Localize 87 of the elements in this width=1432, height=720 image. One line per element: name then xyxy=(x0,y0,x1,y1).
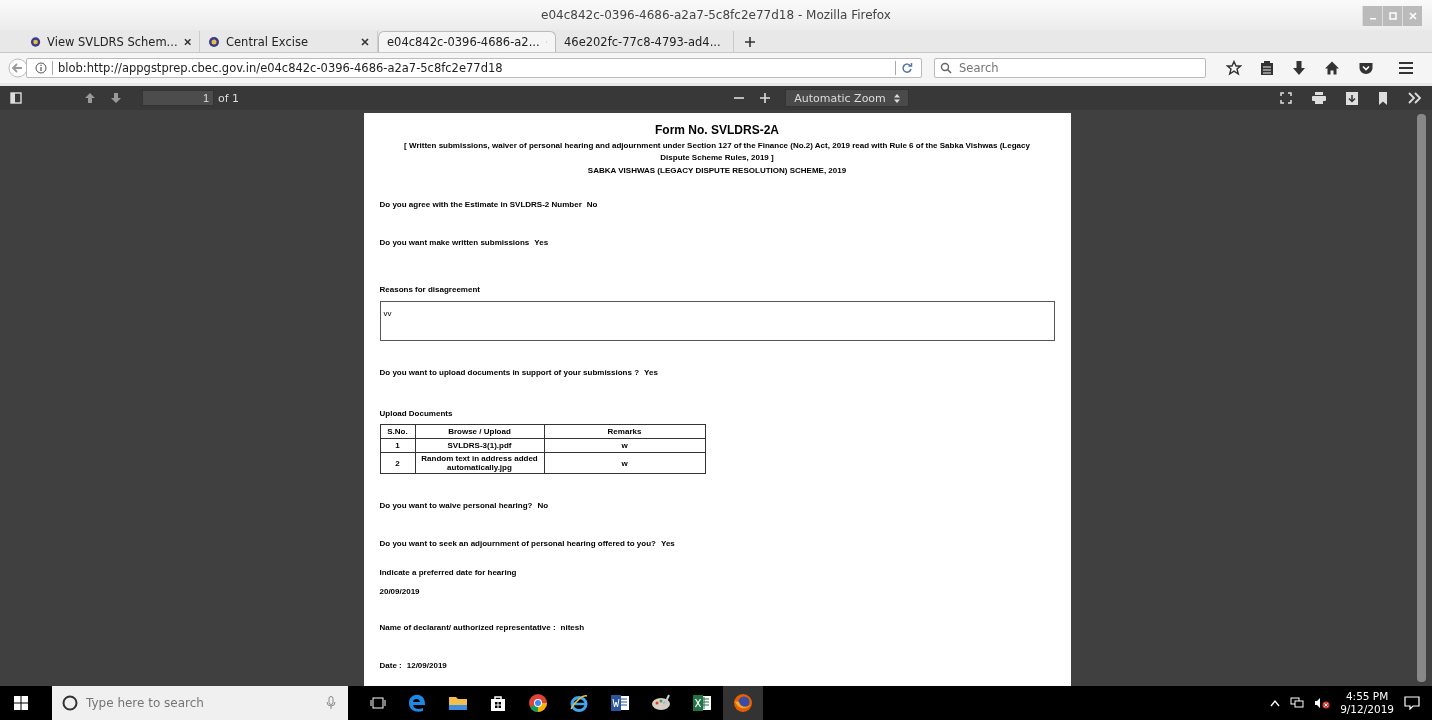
up-down-caret-icon xyxy=(893,93,900,103)
browser-tab[interactable]: e04c842c-0396-4686-a2... xyxy=(378,31,556,52)
network-icon[interactable] xyxy=(1290,697,1305,709)
table-cell: Random text in address added automatically.jpg xyxy=(415,452,544,474)
excel-icon[interactable] xyxy=(692,694,712,712)
tab-title: e04c842c-0396-4686-a2... xyxy=(387,35,540,49)
form-subtitle: [ Written submissions, waiver of personal hearing and adjournment under Section 127 of the Finance (No.2) Act, 2019 read with Rule 6 of the Sabka Vishwas (Legacy Dispute Scheme Rules, 2019 ] xyxy=(403,140,1031,164)
folder-icon[interactable] xyxy=(448,695,468,711)
url-text: blob:http://appgstprep.cbec.gov.in/e04c842c-0396-4686-a2a7-5c8fc2e77d18 xyxy=(58,61,503,75)
form-question: Do you want to upload documents in support of your submissions ? xyxy=(379,368,640,377)
zoom-in-icon[interactable] xyxy=(759,92,772,104)
menu-icon[interactable] xyxy=(1398,61,1414,75)
maximize-icon xyxy=(1388,12,1397,20)
form-answer: Yes xyxy=(661,539,675,548)
bookmark-icon[interactable] xyxy=(1378,91,1388,105)
form-question: Do you want to seek an adjournment of personal hearing offered to you? xyxy=(379,539,656,548)
address-bar[interactable]: blob:http://appgstprep.cbec.gov.in/e04c842c-0396-4686-a2a7-5c8fc2e77d18 xyxy=(26,58,922,78)
text-area: vv xyxy=(379,301,1055,341)
form-question: Indicate a preferred date for hearing xyxy=(379,568,518,577)
muted-speaker-icon[interactable] xyxy=(1314,697,1331,709)
form-question: Do you agree with the Estimate in SVLDRS-2 Number xyxy=(379,200,582,209)
clipboard-icon[interactable] xyxy=(1260,60,1274,76)
browser-tab[interactable]: Central Excise xyxy=(200,31,378,52)
pocket-icon[interactable] xyxy=(1358,60,1374,76)
column-header: Remarks xyxy=(544,424,705,439)
new-tab-icon[interactable] xyxy=(744,36,756,48)
page-count: of 1 xyxy=(218,91,240,105)
tab-title: View SVLDRS Schem... xyxy=(47,34,178,49)
form-answer: nitesh xyxy=(560,623,585,632)
star-icon[interactable] xyxy=(1226,60,1242,76)
internet-explorer-icon[interactable] xyxy=(569,693,589,713)
form-title: Form No. SVLDRS-2A xyxy=(654,123,780,137)
browser-tab[interactable]: 46e202fc-77c8-4793-ad4... xyxy=(556,31,734,52)
column-header: Browse / Upload xyxy=(415,424,544,439)
scrollbar[interactable] xyxy=(1417,114,1426,682)
table-cell: w xyxy=(544,438,705,453)
sidebar-toggle-icon[interactable] xyxy=(10,92,22,104)
store-icon[interactable] xyxy=(489,694,507,712)
edge-icon[interactable] xyxy=(407,693,427,713)
notifications-icon[interactable] xyxy=(1404,696,1420,710)
form-answer: Yes xyxy=(644,368,658,377)
search-field[interactable]: Search xyxy=(934,58,1206,78)
table-title: Upload Documents xyxy=(379,409,454,418)
browser-tab[interactable]: View SVLDRS Schem... xyxy=(22,31,200,52)
tab-title: 46e202fc-77c8-4793-ad4... xyxy=(564,34,721,49)
chrome-icon[interactable] xyxy=(528,693,548,713)
paint-palette-icon[interactable] xyxy=(651,694,671,712)
tab-title: Central Excise xyxy=(226,34,309,49)
windows-logo-icon[interactable] xyxy=(14,696,28,710)
chevron-up-icon[interactable] xyxy=(1270,699,1281,707)
form-answer: No xyxy=(537,501,549,510)
clock-date: 9/12/2019 xyxy=(1340,703,1394,716)
reload-icon[interactable] xyxy=(901,62,913,74)
form-answer: Yes xyxy=(534,238,549,247)
form-label: Reasons for disagreement xyxy=(379,285,481,294)
download-icon[interactable] xyxy=(1292,60,1306,76)
table-cell: 1 xyxy=(380,438,415,453)
form-question: Do you want to waive personal hearing? xyxy=(379,501,533,510)
home-icon[interactable] xyxy=(1324,60,1340,76)
form-question: Name of declarant/ authorized representative : xyxy=(379,623,556,632)
taskbar-active-app[interactable] xyxy=(723,686,763,720)
down-arrow-icon[interactable] xyxy=(110,92,122,104)
form-answer: No xyxy=(586,200,598,209)
form-answer: 12/09/2019 xyxy=(406,661,447,670)
table-cell: w xyxy=(544,452,705,474)
up-arrow-icon[interactable] xyxy=(84,92,96,104)
taskbar-search-field[interactable]: Type here to search xyxy=(52,686,348,720)
zoom-select[interactable]: Automatic Zoom xyxy=(785,89,909,107)
print-icon[interactable] xyxy=(1312,92,1326,104)
table-cell: SVLDRS-3(1).pdf xyxy=(415,438,544,453)
save-icon[interactable] xyxy=(1346,91,1358,105)
task-view-icon[interactable] xyxy=(370,697,386,709)
microphone-icon[interactable] xyxy=(326,696,336,710)
fullscreen-icon[interactable] xyxy=(1280,92,1292,104)
info-icon[interactable] xyxy=(35,62,47,74)
double-chevron-icon[interactable] xyxy=(1408,92,1422,104)
form-answer: 20/09/2019 xyxy=(379,587,421,596)
column-header: S.No. xyxy=(380,424,415,439)
form-question: Do you want make written submissions xyxy=(379,238,530,247)
form-question: Date : xyxy=(379,661,402,670)
scheme-heading: SABKA VISHWAS (LEGACY DISPUTE RESOLUTION) SCHEME, 2019 xyxy=(586,166,848,175)
page-number-field[interactable]: 1 xyxy=(142,90,214,106)
window-title: e04c842c-0396-4686-a2a7-5c8fc2e77d18 - Mozilla Firefox xyxy=(541,8,891,22)
firefox-icon xyxy=(733,693,753,713)
word-icon[interactable] xyxy=(610,694,630,712)
clock-time: 4:55 PM xyxy=(1345,690,1389,703)
table-cell: 2 xyxy=(380,452,415,474)
